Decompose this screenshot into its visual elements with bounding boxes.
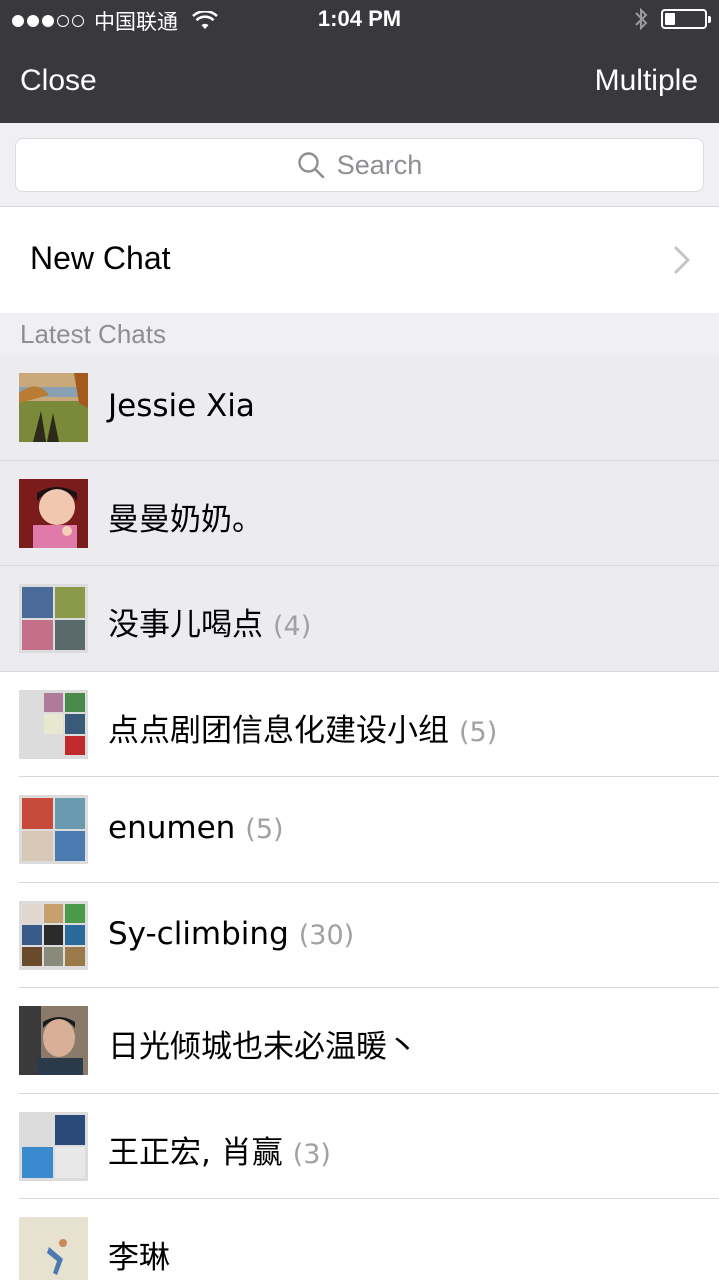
avatar	[19, 584, 88, 653]
status-time: 1:04 PM	[317, 6, 402, 31]
search-icon	[298, 152, 325, 179]
chat-row[interactable]: 点点剧团信息化建设小组 (5)	[0, 671, 719, 777]
avatar	[19, 1006, 88, 1075]
bluetooth-icon	[635, 7, 648, 31]
chevron-right-icon	[674, 246, 690, 274]
avatar-tile	[65, 925, 85, 945]
avatar-tile	[43, 925, 64, 945]
latest-chats-heading: Latest Chats	[20, 319, 166, 349]
chat-name: 李琳	[108, 1240, 170, 1276]
chat-row[interactable]: Sy-climbing (30)	[0, 882, 719, 988]
avatar-tile	[65, 714, 85, 734]
avatar	[19, 373, 88, 442]
chat-name: 王正宏, 肖赢 (3)	[108, 1134, 331, 1171]
avatar-tile	[22, 1114, 53, 1145]
chat-row[interactable]: 曼曼奶奶。	[0, 460, 719, 566]
search-input[interactable]: Search	[15, 138, 704, 192]
avatar-tile	[22, 830, 53, 861]
top-bar: 中国联通 1:04 PM Close Multiple	[0, 0, 719, 123]
navigation-bar: Close Multiple	[0, 40, 719, 123]
status-right	[633, 6, 711, 32]
chat-name: Sy-climbing (30)	[108, 915, 355, 952]
new-chat-row[interactable]: New Chat	[0, 207, 719, 313]
avatar-tile	[22, 925, 42, 945]
chat-name: 点点剧团信息化建设小组 (5)	[108, 712, 498, 749]
status-bar: 中国联通 1:04 PM	[0, 0, 719, 40]
search-bar-container: Search	[0, 123, 719, 207]
avatar-tile	[65, 692, 85, 713]
chat-row[interactable]: enumen (5)	[0, 777, 719, 883]
section-header: Latest Chats	[0, 313, 719, 355]
avatar-tile	[22, 587, 53, 618]
avatar-tile	[54, 619, 85, 650]
close-button[interactable]: Close	[20, 64, 97, 98]
avatar-tile	[65, 946, 85, 967]
multiple-button[interactable]: Multiple	[595, 64, 698, 98]
battery-fill	[665, 13, 675, 25]
chat-row[interactable]: 日光倾城也未必温暖丶	[0, 988, 719, 1094]
chat-name: Jessie Xia	[108, 388, 255, 424]
chat-row[interactable]: 王正宏, 肖赢 (3)	[0, 1093, 719, 1199]
avatar-tile	[54, 830, 85, 861]
avatar-tile	[22, 798, 53, 829]
avatar-tile	[54, 587, 85, 618]
avatar	[19, 689, 88, 759]
chat-name: enumen (5)	[108, 810, 284, 846]
avatar-tile	[54, 1114, 85, 1145]
avatar-tile	[22, 714, 42, 734]
avatar-tile	[43, 714, 64, 734]
avatar-tile	[43, 692, 64, 713]
avatar-tile	[54, 798, 85, 829]
chat-name: 曼曼奶奶。	[108, 501, 263, 538]
chat-name: 没事儿喝点 (4)	[108, 607, 312, 643]
avatar-tile	[22, 903, 42, 924]
avatar-tile	[22, 1147, 53, 1178]
chat-row[interactable]: Jessie Xia	[0, 355, 719, 461]
avatar-tile	[43, 735, 64, 756]
avatar	[19, 795, 88, 864]
chat-name: 日光倾城也未必温暖丶	[108, 1029, 418, 1065]
avatar-tile	[22, 619, 53, 650]
avatar	[19, 900, 88, 970]
new-chat-label: New Chat	[30, 240, 171, 276]
avatar	[19, 1111, 88, 1181]
avatar-tile	[43, 946, 64, 967]
avatar-tile	[65, 903, 85, 924]
chat-row[interactable]: 没事儿喝点 (4)	[0, 566, 719, 672]
avatar-tile	[22, 946, 42, 967]
battery-icon	[661, 9, 711, 29]
avatar-tile	[22, 735, 42, 756]
battery-nub	[708, 16, 711, 23]
chat-row[interactable]: 李琳	[0, 1199, 719, 1280]
avatar	[19, 478, 88, 548]
chat-list: Jessie Xia 曼曼奶奶。 没事儿喝点 (4) 点点剧团信息化建设小组 (…	[0, 355, 719, 1280]
avatar-tile	[43, 903, 64, 924]
avatar	[19, 1217, 88, 1280]
avatar-tile	[54, 1147, 85, 1178]
avatar-tile	[22, 692, 42, 713]
avatar-tile	[65, 735, 85, 756]
search-placeholder: Search	[336, 149, 423, 180]
